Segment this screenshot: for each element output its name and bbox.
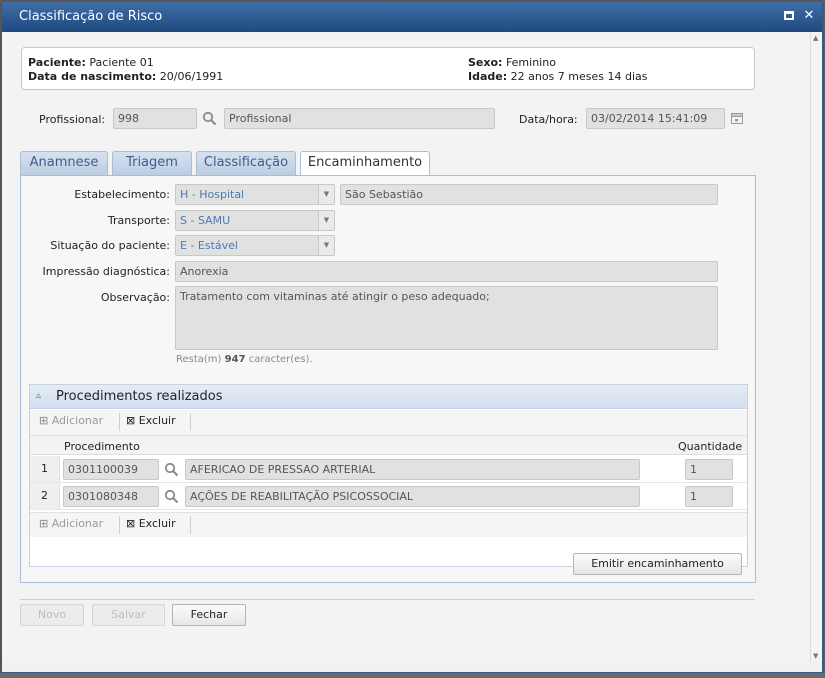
patient-name-label: Paciente:: [28, 56, 86, 69]
search-icon[interactable]: [164, 489, 180, 505]
procedures-grid-header: Procedimento Quantidade: [30, 435, 747, 455]
window-title: Classificação de Risco: [19, 9, 163, 24]
patient-name-value: Paciente 01: [89, 56, 154, 69]
patient-name: Paciente: Paciente 01: [28, 56, 154, 69]
establishment-select[interactable]: H - Hospital ▼: [175, 184, 335, 205]
sex-label: Sexo:: [468, 56, 503, 69]
situation-select-value: E - Estável: [180, 239, 238, 252]
scroll-up-icon[interactable]: ▲: [813, 34, 818, 42]
add-label: Adicionar: [51, 517, 104, 530]
observation-label: Observação:: [100, 291, 170, 304]
establishment-label: Estabelecimento:: [74, 188, 170, 201]
procedures-toolbar-top: ⊞ Adicionar ⊠ Excluir: [30, 410, 747, 435]
birthdate-value: 20/06/1991: [159, 70, 224, 83]
patient-age: Idade: 22 anos 7 meses 14 dias: [468, 70, 648, 83]
dialog-window: Classificação de Risco ✕ ▲ ▼ Paciente: P…: [1, 1, 823, 673]
procedures-title: Procedimentos realizados: [56, 389, 223, 404]
diagnosis-label: Impressão diagnóstica:: [42, 265, 170, 278]
remaining-count: 947: [224, 354, 246, 365]
add-procedure-button[interactable]: ⊞ Adicionar: [39, 517, 103, 530]
delete-icon: ⊠: [126, 517, 136, 530]
professional-code-field[interactable]: 998: [113, 108, 197, 129]
table-row[interactable]: 2 0301080348 AÇÕES DE REABILITAÇÃO PSICO…: [30, 483, 747, 510]
establishment-name-field[interactable]: São Sebastião: [340, 184, 718, 205]
new-button[interactable]: Novo: [20, 604, 84, 626]
dialog-content: Paciente: Paciente 01 Data de nascimento…: [2, 32, 810, 662]
establishment-select-value: H - Hospital: [180, 188, 245, 201]
maximize-icon[interactable]: [781, 8, 797, 24]
add-procedure-button[interactable]: ⊞ Adicionar: [39, 414, 103, 427]
birthdate-label: Data de nascimento:: [28, 70, 157, 83]
table-row[interactable]: 1 0301100039 AFERICAO DE PRESSAO ARTERIA…: [30, 456, 747, 483]
patient-birthdate: Data de nascimento: 20/06/1991: [28, 70, 223, 83]
datetime-label: Data/hora:: [519, 113, 578, 126]
procedures-panel: ▵ Procedimentos realizados ⊞ Adicionar ⊠…: [29, 384, 748, 567]
age-label: Idade:: [468, 70, 508, 83]
remaining-suffix: caracter(es).: [248, 354, 313, 365]
procedure-description-field[interactable]: AFERICAO DE PRESSAO ARTERIAL: [185, 459, 640, 480]
delete-label: Excluir: [138, 414, 176, 427]
delete-procedure-button[interactable]: ⊠ Excluir: [126, 414, 176, 427]
delete-label: Excluir: [138, 517, 176, 530]
vertical-scrollbar[interactable]: ▲ ▼: [810, 32, 822, 662]
scroll-down-icon[interactable]: ▼: [813, 652, 818, 660]
tab-encaminhamento[interactable]: Encaminhamento: [300, 151, 430, 176]
add-icon: ⊞: [39, 517, 49, 530]
procedure-description-field[interactable]: AÇÕES DE REABILITAÇÃO PSICOSSOCIAL: [185, 486, 640, 507]
collapse-icon[interactable]: ▵: [36, 390, 41, 401]
tab-classificacao[interactable]: Classificação: [196, 151, 296, 175]
patient-sex: Sexo: Feminino: [468, 56, 556, 69]
delete-procedure-button[interactable]: ⊠ Excluir: [126, 517, 176, 530]
chevron-down-icon[interactable]: ▼: [318, 211, 334, 230]
procedure-quantity-field[interactable]: 1: [685, 486, 733, 507]
patient-info-box: Paciente: Paciente 01 Data de nascimento…: [21, 47, 755, 90]
add-label: Adicionar: [51, 414, 104, 427]
background-strip: [0, 673, 825, 678]
chevron-down-icon[interactable]: ▼: [318, 236, 334, 255]
procedure-quantity-field[interactable]: 1: [685, 459, 733, 480]
close-button[interactable]: Fechar: [172, 604, 246, 626]
situation-label: Situação do paciente:: [50, 239, 170, 252]
professional-label: Profissional:: [39, 113, 106, 126]
calendar-icon[interactable]: [730, 111, 746, 127]
col-procedure-header: Procedimento: [64, 440, 140, 453]
row-number: 2: [30, 483, 60, 509]
add-icon: ⊞: [39, 414, 49, 427]
transport-select-value: S - SAMU: [180, 214, 231, 227]
transport-label: Transporte:: [107, 214, 170, 227]
tab-panel-encaminhamento: Estabelecimento: H - Hospital ▼ São Seba…: [20, 175, 756, 583]
datetime-field[interactable]: 03/02/2014 15:41:09: [586, 108, 725, 129]
delete-icon: ⊠: [126, 414, 136, 427]
footer-divider: [20, 599, 755, 600]
professional-name-field[interactable]: Profissional: [224, 108, 495, 129]
situation-select[interactable]: E - Estável ▼: [175, 235, 335, 256]
diagnosis-field[interactable]: Anorexia: [175, 261, 718, 282]
procedures-toolbar-bottom: ⊞ Adicionar ⊠ Excluir: [30, 512, 747, 537]
remaining-chars-text: Resta(m) 947 caracter(es).: [176, 354, 313, 365]
search-icon[interactable]: [202, 111, 218, 127]
procedures-header[interactable]: ▵ Procedimentos realizados: [30, 385, 747, 409]
titlebar[interactable]: Classificação de Risco ✕: [2, 2, 822, 32]
sex-value: Feminino: [505, 56, 556, 69]
procedure-code-field[interactable]: 0301100039: [63, 459, 159, 480]
tab-anamnese[interactable]: Anamnese: [20, 151, 108, 175]
transport-select[interactable]: S - SAMU ▼: [175, 210, 335, 231]
remaining-prefix: Resta(m): [176, 354, 222, 365]
close-icon[interactable]: ✕: [801, 8, 817, 24]
search-icon[interactable]: [164, 462, 180, 478]
col-quantity-header: Quantidade: [678, 440, 743, 453]
tab-triagem[interactable]: Triagem: [112, 151, 192, 175]
procedure-code-field[interactable]: 0301080348: [63, 486, 159, 507]
chevron-down-icon[interactable]: ▼: [318, 185, 334, 204]
save-button[interactable]: Salvar: [92, 604, 165, 626]
observation-textarea[interactable]: Tratamento com vitaminas até atingir o p…: [175, 286, 718, 350]
emit-referral-button[interactable]: Emitir encaminhamento: [573, 553, 742, 575]
row-number: 1: [30, 456, 60, 482]
age-value: 22 anos 7 meses 14 dias: [510, 70, 648, 83]
